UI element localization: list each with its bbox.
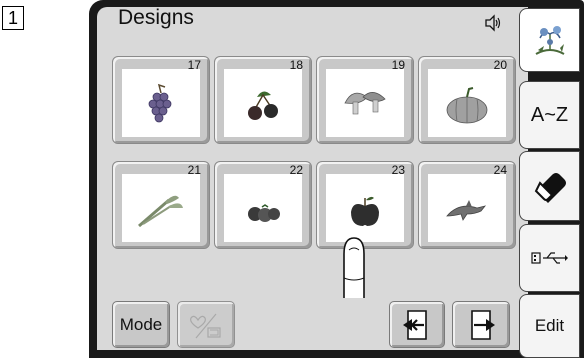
step-number: 1: [2, 6, 24, 30]
tab-eraser[interactable]: [519, 151, 580, 221]
tomatoes-icon: [248, 204, 280, 222]
design-tile-22[interactable]: 22: [214, 161, 312, 249]
previous-page-button[interactable]: [389, 301, 445, 348]
mode-button[interactable]: Mode: [112, 301, 170, 348]
design-tile-21[interactable]: 21: [112, 161, 210, 249]
page-title: Designs: [118, 6, 194, 29]
usb-icon: [530, 252, 568, 264]
flower-design-icon: [535, 26, 564, 55]
mode-button-label: Mode: [119, 314, 163, 334]
mushrooms-icon: [344, 92, 386, 115]
arrow-right-icon: [471, 309, 495, 340]
tab-edit-label: Edit: [534, 316, 565, 335]
tab-a-to-z[interactable]: A~Z: [519, 81, 580, 149]
design-tile-19[interactable]: 19: [316, 56, 414, 144]
cherries-icon: [248, 91, 278, 120]
speaker-icon[interactable]: [484, 14, 502, 32]
favorite-memory-button[interactable]: [177, 301, 235, 348]
pumpkin-icon: [446, 87, 488, 124]
celery-icon: [138, 195, 183, 228]
tab-edit[interactable]: Edit: [519, 294, 580, 358]
arrow-left-icon: [403, 309, 427, 340]
design-tile-24[interactable]: 24: [418, 161, 516, 249]
tab-usb[interactable]: [519, 224, 580, 292]
heart-memory-icon: [190, 313, 221, 338]
tab-a-to-z-label: A~Z: [530, 103, 569, 126]
tab-designs[interactable]: [519, 8, 580, 72]
next-page-button[interactable]: [452, 301, 510, 348]
design-tile-17[interactable]: 17: [112, 56, 210, 144]
design-tile-18[interactable]: 18: [214, 56, 312, 144]
dolphin-icon: [446, 200, 487, 221]
pointing-finger-icon: [343, 237, 365, 298]
design-tile-20[interactable]: 20: [418, 56, 516, 144]
eraser-icon: [534, 173, 566, 203]
grapes-icon: [148, 83, 172, 123]
